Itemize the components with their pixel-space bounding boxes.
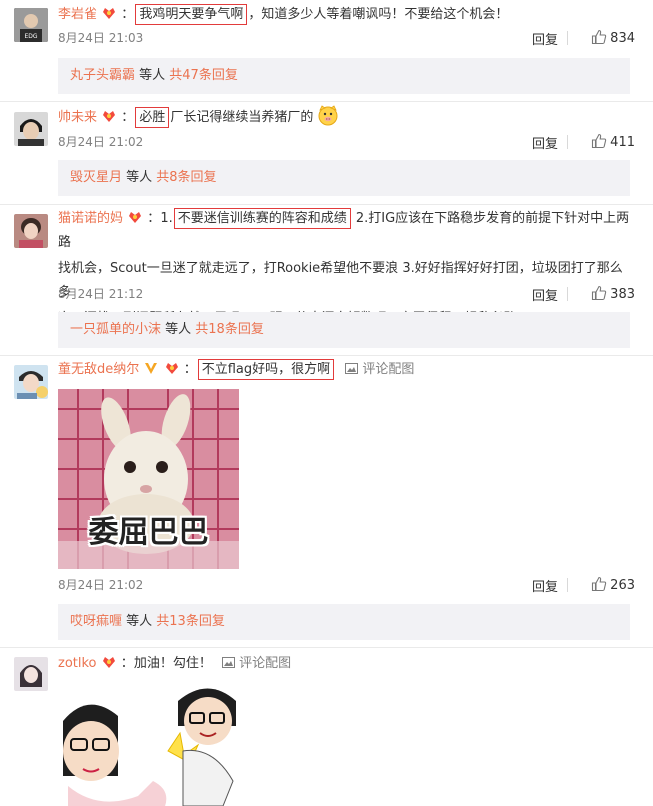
reply-button[interactable]: 回复	[532, 285, 558, 304]
username[interactable]: 童无敌de纳尔	[58, 362, 139, 377]
vip-badge-icon	[103, 8, 116, 19]
thumbs-up-icon	[592, 133, 607, 149]
comment-image[interactable]: 委屈巴巴	[58, 389, 239, 569]
reply-button[interactable]: 回复	[532, 576, 558, 595]
sub-reply-user[interactable]: 丸子头霸霸	[70, 68, 135, 83]
thumbs-up-icon	[592, 285, 607, 301]
divider	[0, 204, 653, 205]
sub-reply-count[interactable]: 共13条回复	[156, 614, 225, 629]
highlighted-text: 必胜	[135, 107, 170, 128]
comment-feed: EDG 李岩雀 ：我鸡明天要争气啊 ，知道多少人等着嘲讽吗！不要给这个机会！ 8月…	[0, 0, 653, 806]
timestamp: 8月24日 21:03	[58, 31, 144, 45]
cartoon-image	[58, 681, 239, 806]
image-caption: 委屈巴巴	[88, 515, 209, 550]
avatar[interactable]	[14, 657, 48, 691]
avatar[interactable]	[14, 112, 48, 146]
sub-reply-count[interactable]: 共47条回复	[169, 68, 238, 83]
avatar[interactable]	[14, 365, 48, 399]
like-button[interactable]: 411	[591, 133, 635, 150]
vip-badge-icon	[102, 657, 115, 668]
thumbs-up-icon	[592, 576, 607, 592]
timestamp: 8月24日 21:02	[58, 135, 144, 149]
comment-image[interactable]	[58, 681, 239, 806]
comment-meta: 8月24日 21:02 回复 263	[58, 576, 635, 596]
like-button[interactable]: 383	[591, 285, 635, 302]
like-count: 383	[610, 287, 635, 302]
comment-meta: 8月24日 21:12 回复 383	[58, 285, 635, 305]
sub-replies-box[interactable]: 哎呀痲喱 等人 共13条回复	[58, 604, 630, 640]
divider	[567, 287, 568, 301]
divider	[0, 647, 653, 648]
username[interactable]: 猫诺诺的妈	[58, 211, 123, 226]
vip-badge-icon	[103, 111, 116, 122]
divider	[567, 578, 568, 592]
sub-reply-user[interactable]: 哎呀痲喱	[70, 614, 122, 629]
highlighted-text: 不要迷信训练赛的阵容和成绩	[173, 208, 351, 229]
vip-badge-icon	[129, 212, 142, 223]
vip-badge-icon	[165, 363, 178, 374]
reply-button[interactable]: 回复	[532, 29, 558, 48]
sub-reply-count[interactable]: 共18条回复	[195, 322, 264, 337]
sub-replies-box[interactable]: 一只孤单的小沫 等人 共18条回复	[58, 312, 630, 348]
reply-button[interactable]: 回复	[532, 133, 558, 152]
sub-reply-user[interactable]: 毁灭星月	[70, 170, 122, 185]
image-icon	[221, 656, 239, 671]
timestamp: 8月24日 21:02	[58, 578, 144, 592]
comment-image-link[interactable]: 评论配图	[362, 362, 414, 377]
divider	[0, 101, 653, 102]
thumbs-up-icon	[592, 29, 607, 45]
like-count: 263	[610, 578, 635, 593]
like-count: 834	[610, 31, 635, 46]
timestamp: 8月24日 21:12	[58, 287, 144, 301]
pig-emoji-icon	[318, 105, 338, 126]
sub-reply-user[interactable]: 一只孤单的小沫	[70, 322, 161, 337]
username[interactable]: zotlko	[58, 656, 97, 671]
sub-replies-box[interactable]: 毁灭星月 等人 共8条回复	[58, 160, 630, 196]
username[interactable]: 李岩雀	[58, 7, 97, 22]
sub-reply-count[interactable]: 共8条回复	[156, 170, 216, 185]
sub-replies-box[interactable]: 丸子头霸霸 等人 共47条回复	[58, 58, 630, 94]
avatar[interactable]: EDG	[14, 8, 48, 42]
divider	[567, 31, 568, 45]
comment-text: ，知道多少人等着嘲讽吗！不要给这个机会！	[248, 7, 509, 22]
comment-meta: 8月24日 21:02 回复 411	[58, 133, 635, 153]
like-count: 411	[610, 135, 635, 150]
comment-meta: 8月24日 21:03 回复 834	[58, 29, 635, 49]
like-button[interactable]: 834	[591, 29, 635, 46]
divider	[0, 355, 653, 356]
username[interactable]: 帅未来	[58, 110, 97, 125]
avatar[interactable]	[14, 214, 48, 248]
comment-text: 厂长记得继续当养猪厂的	[170, 110, 314, 125]
highlighted-text: 我鸡明天要争气啊	[135, 4, 248, 25]
comment-text: 加油！勾住！	[133, 656, 212, 671]
divider	[567, 135, 568, 149]
comment-image-link[interactable]: 评论配图	[239, 656, 291, 671]
image-icon	[345, 362, 362, 377]
like-button[interactable]: 263	[591, 576, 635, 593]
highlighted-text: 不立flag好吗，很方啊	[197, 359, 335, 380]
verified-v-icon	[145, 363, 158, 374]
svg-text:EDG: EDG	[24, 33, 37, 40]
